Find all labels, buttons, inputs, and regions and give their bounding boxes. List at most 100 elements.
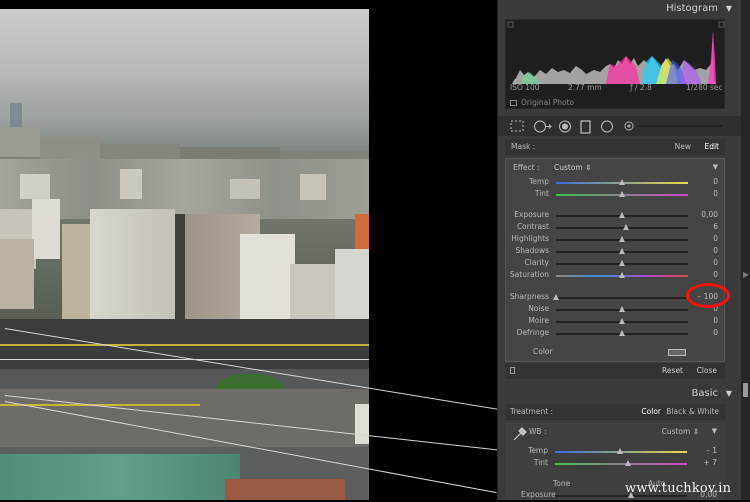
red-eye-icon[interactable] <box>558 120 572 133</box>
slider-value[interactable]: 0 <box>713 246 718 255</box>
collapse-triangle-icon[interactable]: ▼ <box>726 385 732 403</box>
slider-track[interactable] <box>556 297 688 299</box>
iso-value: ISO 100 <box>510 83 540 92</box>
watermark: www.tuchkov.in <box>625 481 732 496</box>
treatment-bar: Treatment : Color Black & White <box>505 404 725 420</box>
slider-label: Tint <box>533 458 548 467</box>
slider-value[interactable]: 0 <box>713 258 718 267</box>
treatment-bw-button[interactable]: Black & White <box>666 404 719 420</box>
slider-label: Temp <box>528 446 548 455</box>
color-row: Color <box>506 347 726 359</box>
slider-value[interactable]: – 1 <box>706 446 717 455</box>
slider-value[interactable]: + 7 <box>704 458 717 467</box>
panel-scrollbar[interactable] <box>741 0 750 500</box>
slider-value[interactable]: 6 <box>713 222 718 231</box>
slider-row-defringe: Defringe 0 <box>506 328 726 340</box>
slider-value[interactable]: 0 <box>713 328 718 337</box>
adjustment-brush-slider[interactable] <box>623 120 725 132</box>
slider-row-saturation: Saturation 0 <box>506 270 726 282</box>
slider-label: Noise <box>528 304 549 313</box>
slider-row-tint: Tint 0 <box>506 189 726 201</box>
treatment-color-button[interactable]: Color <box>641 404 661 420</box>
wb-label: WB : <box>529 427 547 436</box>
switch-icon[interactable] <box>510 367 515 374</box>
slider-thumb[interactable] <box>619 260 625 266</box>
disclosure-triangle-icon[interactable]: ▼ <box>713 163 718 171</box>
basic-title: Basic <box>691 388 718 399</box>
disclosure-triangle-icon[interactable]: ▼ <box>712 427 717 435</box>
slider-thumb[interactable] <box>553 294 559 300</box>
graduated-filter-icon[interactable] <box>580 120 592 134</box>
slider-label: Temp <box>529 177 549 186</box>
slider-label: Moire <box>528 316 549 325</box>
slider-row-clarity: Clarity 0 <box>506 258 726 270</box>
slider-thumb[interactable] <box>619 212 625 218</box>
histogram-graph <box>507 21 725 84</box>
basic-slider-row-temp: Temp – 1 <box>505 446 725 458</box>
effect-preset-select[interactable]: Custom ⇕ <box>554 163 591 172</box>
shutter-speed: 1/280 sec <box>686 83 723 92</box>
slider-value[interactable]: 0 <box>713 270 718 279</box>
basic-slider-row-tint: Tint + 7 <box>505 458 725 470</box>
slider-thumb[interactable] <box>622 224 629 230</box>
slider-thumb[interactable] <box>619 179 625 185</box>
slider-row-highlights: Highlights 0 <box>506 234 726 246</box>
slider-row-moire: Moire 0 <box>506 316 726 328</box>
color-swatch[interactable] <box>668 349 686 356</box>
expand-arrow-icon[interactable]: ▶ <box>743 270 749 279</box>
slider-value[interactable]: 0 <box>713 316 718 325</box>
mask-label: Mask : <box>511 142 536 151</box>
slider-thumb[interactable] <box>619 191 625 197</box>
slider-label: Defringe <box>516 328 549 337</box>
radial-filter-icon[interactable] <box>600 120 614 133</box>
slider-row-shadows: Shadows 0 <box>506 246 726 258</box>
slider-label: Contrast <box>516 222 549 231</box>
photo-canvas[interactable] <box>0 0 497 500</box>
city-photo <box>0 9 369 500</box>
slider-thumb[interactable] <box>619 272 625 278</box>
color-label: Color <box>533 347 553 356</box>
slider-label: Tint <box>534 189 549 198</box>
mask-bar: Mask : New Edit <box>505 139 725 155</box>
exposure-label: Exposure <box>521 490 556 499</box>
slider-thumb[interactable] <box>619 330 625 336</box>
wb-row: WB : Custom ⇕ ▼ <box>505 427 725 439</box>
spot-removal-icon[interactable] <box>533 120 553 133</box>
effect-label: Effect : <box>513 163 540 172</box>
slider-value[interactable]: 0,00 <box>701 210 718 219</box>
slider-label: Exposure <box>514 210 549 219</box>
tone-label: Tone <box>553 479 571 488</box>
histogram-title: Histogram <box>666 3 718 14</box>
slider-thumb[interactable] <box>624 460 631 466</box>
adjustment-brush-panel: Effect : Custom ⇕ ▼ Temp 0 Tint 0 Exposure 0,… <box>505 158 725 362</box>
collapse-triangle-icon[interactable]: ▼ <box>726 0 732 18</box>
slider-value[interactable]: 0 <box>713 189 718 198</box>
slider-thumb[interactable] <box>619 236 625 242</box>
histogram[interactable]: ISO 100 2.77 mm ƒ / 2.8 1/280 sec Origin… <box>505 19 725 109</box>
slider-value[interactable]: 0 <box>713 177 718 186</box>
slider-value[interactable]: 0 <box>713 234 718 243</box>
mask-edit-button[interactable]: Edit <box>704 139 719 155</box>
slider-thumb[interactable] <box>619 248 625 254</box>
wb-select[interactable]: Custom ⇕ <box>662 427 699 436</box>
slider-track[interactable] <box>555 463 687 465</box>
slider-label: Clarity <box>524 258 549 267</box>
slider-row-contrast: Contrast 6 <box>506 222 726 234</box>
reset-bar: Reset Close <box>505 363 725 379</box>
aperture-value: ƒ / 2.8 <box>630 83 652 92</box>
develop-panel: Histogram ▼ ISO 100 2.77 mm ƒ / 2.8 1/28… <box>497 0 742 500</box>
histogram-header[interactable]: Histogram ▼ <box>498 0 742 18</box>
close-button[interactable]: Close <box>697 363 717 379</box>
checkbox-icon[interactable] <box>510 100 517 106</box>
effect-row: Effect : Custom ⇕ ▼ <box>506 163 726 175</box>
original-photo-toggle[interactable]: Original Photo <box>510 98 574 107</box>
scroll-thumb[interactable] <box>743 383 748 397</box>
slider-thumb[interactable] <box>619 318 625 324</box>
basic-header[interactable]: Basic ▼ <box>498 385 742 403</box>
slider-thumb[interactable] <box>616 448 623 454</box>
mask-new-button[interactable]: New <box>675 139 691 155</box>
crop-overlay-icon[interactable] <box>510 120 524 132</box>
reset-button[interactable]: Reset <box>662 363 683 379</box>
slider-thumb[interactable] <box>619 306 625 312</box>
slider-row-noise: Noise 0 <box>506 304 726 316</box>
